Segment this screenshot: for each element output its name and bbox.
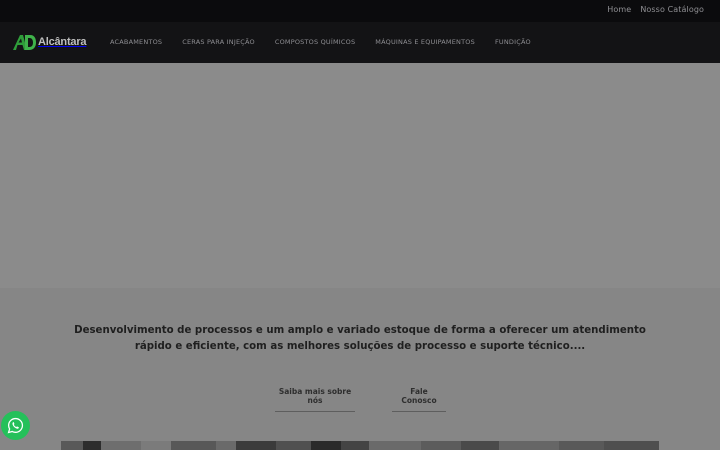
main-navbar: Alcântara ACABAMENTOS CERAS PARA INJEÇÃO… [0,22,720,63]
contact-us-button[interactable]: Fale Conosco [392,387,446,412]
about-us-button[interactable]: Saiba mais sobre nós [275,387,355,412]
hero-banner [0,63,720,288]
nav-item-maquinas-e-equipamentos[interactable]: MÁQUINAS E EQUIPAMENTOS [375,38,475,46]
image-gallery-strip [61,441,659,450]
top-link-catalog[interactable]: Nosso Catálogo [640,5,704,14]
intro-section: Desenvolvimento de processos e um amplo … [0,288,720,450]
main-menu: ACABAMENTOS CERAS PARA INJEÇÃO COMPOSTOS… [110,38,551,46]
top-links: Home Nosso Catálogo [607,5,704,14]
logo-mark-icon [13,35,36,50]
logo-text: Alcântara [38,36,87,48]
nav-item-fundicao[interactable]: FUNDIÇÃO [495,38,531,46]
top-bar: Home Nosso Catálogo [0,0,720,22]
nav-item-acabamentos[interactable]: ACABAMENTOS [110,38,162,46]
site-logo[interactable]: Alcântara [11,33,87,51]
nav-item-ceras-para-injecao[interactable]: CERAS PARA INJEÇÃO [182,38,255,46]
nav-item-compostos-quimicos[interactable]: COMPOSTOS QUÍMICOS [275,38,355,46]
whatsapp-button[interactable] [1,411,30,440]
top-link-home[interactable]: Home [607,5,631,14]
whatsapp-icon [7,417,24,434]
intro-headline: Desenvolvimento de processos e um amplo … [74,325,646,352]
